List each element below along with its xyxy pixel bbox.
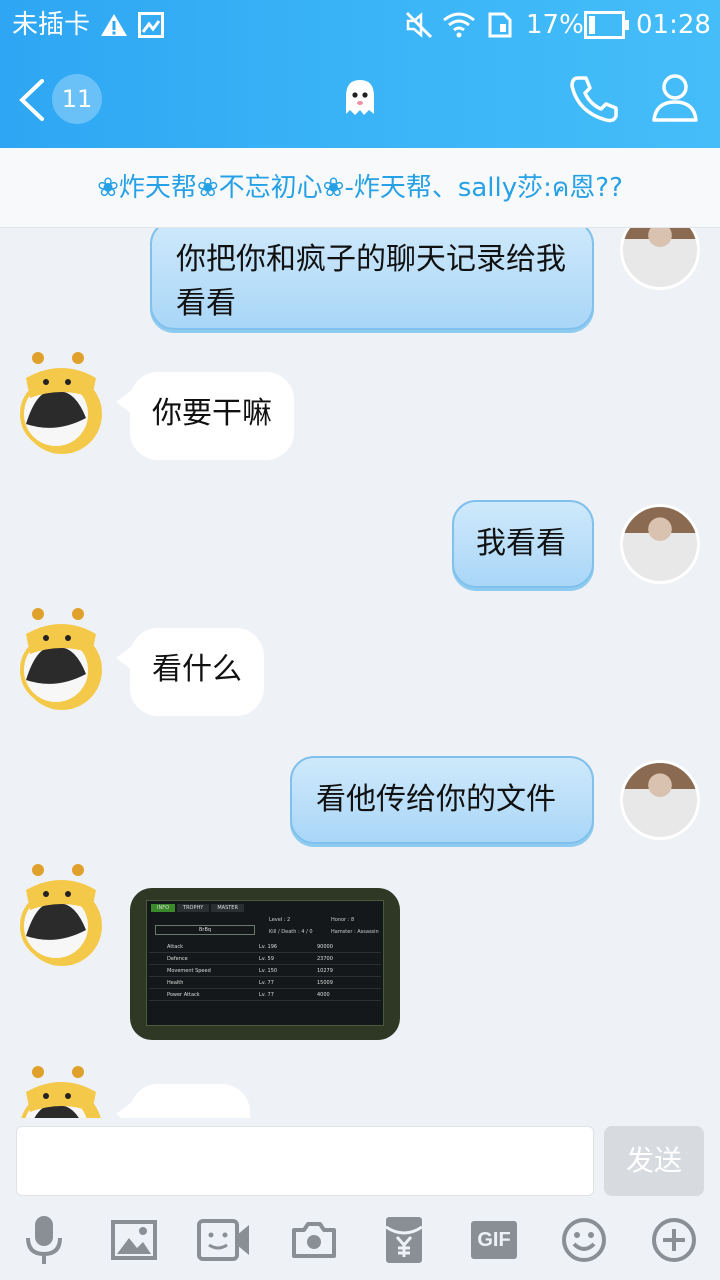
emoji-button[interactable] (554, 1208, 614, 1272)
phone-icon (570, 76, 618, 123)
message-input[interactable] (16, 1126, 594, 1196)
message-bubble-in[interactable]: 你要干嘛 (116, 372, 294, 460)
stat-level: Lv. 196 (259, 944, 278, 950)
avatar-friend[interactable] (16, 1062, 108, 1118)
warning-icon (100, 12, 128, 42)
stat-level: Lv. 77 (259, 992, 274, 998)
ghost-icon[interactable] (336, 74, 384, 126)
image-message[interactable]: INFO TROPHY MASTER BrBq Level : 2 Honor … (130, 888, 400, 1040)
message-text: 看他传给你的文件 (316, 782, 556, 817)
clock: 01:28 (636, 10, 711, 40)
smiley-icon (562, 1218, 606, 1262)
game-tab: TROPHY (177, 904, 210, 912)
stat-level: Lv. 59 (259, 956, 274, 962)
image-icon (138, 12, 164, 42)
game-stats-panel: INFO TROPHY MASTER BrBq Level : 2 Honor … (146, 900, 384, 1026)
message-text: 我看看 (476, 526, 566, 561)
message-bubble-out[interactable]: 看他传给你的文件 (290, 756, 594, 844)
game-stat-row: Power Attack Lv. 77 4000 (149, 989, 381, 1001)
stat-value: 10279 (317, 968, 333, 974)
battery-percent: 17% (526, 10, 584, 40)
message-text: 看什么 (152, 652, 242, 687)
stat-value: 15009 (317, 980, 333, 986)
game-tab: INFO (151, 904, 176, 912)
avatar-self[interactable] (620, 228, 700, 290)
image-icon (111, 1220, 157, 1260)
stat-level: Lv. 77 (259, 980, 274, 986)
back-chevron-icon (19, 79, 44, 121)
avatar-friend[interactable] (16, 860, 108, 970)
game-player: BrBq (155, 925, 255, 935)
message-bubble-in[interactable]: 看什么 (116, 628, 264, 716)
message-bubble-out[interactable]: 你把你和疯子的聊天记录给我看看 (150, 228, 594, 330)
send-button[interactable]: 发送 (604, 1126, 704, 1196)
carrier-label: 未插卡 (12, 10, 91, 40)
message-text: 你要干嘛 (152, 396, 272, 431)
stat-name: Movement Speed (167, 968, 211, 974)
stat-level: Lv. 150 (259, 968, 278, 974)
battery-icon (584, 11, 630, 43)
video-icon (197, 1219, 249, 1261)
game-stat-row: Defence Lv. 59 23700 (149, 953, 381, 965)
mute-icon (404, 10, 434, 44)
stat-value: 23700 (317, 956, 333, 962)
stat-name: Attack (167, 944, 183, 950)
back-button[interactable]: 11 (14, 72, 104, 126)
game-tab: MASTER (211, 904, 244, 912)
group-title[interactable]: ❀炸天帮❀不忘初心❀-炸天帮、sally莎:ค恩?? (0, 148, 720, 228)
stat-value: 90000 (317, 944, 333, 950)
avatar-friend[interactable] (16, 604, 108, 714)
game-stats-list: Attack Lv. 196 90000 Defence Lv. 59 23700 Mo… (149, 941, 381, 1001)
message-text: …… (152, 1108, 212, 1118)
game-kd: Kill / Death : 4 / 0 (269, 929, 313, 935)
profile-button[interactable] (650, 72, 700, 128)
red-packet-button[interactable] (374, 1208, 434, 1272)
red-packet-icon (385, 1217, 423, 1263)
game-honor: Honor : 8 (331, 917, 355, 923)
plus-icon (652, 1218, 696, 1262)
person-icon (652, 74, 698, 122)
stat-name: Health (167, 980, 184, 986)
stat-name: Defence (167, 956, 188, 962)
stat-value: 4000 (317, 992, 330, 998)
sim-icon (488, 12, 512, 42)
more-button[interactable] (644, 1208, 704, 1272)
avatar-friend[interactable] (16, 348, 108, 458)
wifi-icon (442, 12, 476, 42)
unread-badge: 11 (52, 74, 102, 124)
avatar-self[interactable] (620, 504, 700, 584)
message-list[interactable]: 你把你和疯子的聊天记录给我看看 你要干嘛 我看看 看什么 看他传给你的文件 IN… (0, 228, 720, 1118)
photo-button[interactable] (104, 1208, 164, 1272)
avatar-self[interactable] (620, 760, 700, 840)
game-stat-row: Health Lv. 77 15009 (149, 977, 381, 989)
voice-button[interactable] (14, 1208, 74, 1272)
stat-name: Power Attack (167, 992, 200, 998)
gif-button[interactable]: GIF (464, 1208, 524, 1272)
game-hamster: Hamster : Assassin (331, 929, 379, 935)
gif-icon: GIF (471, 1221, 517, 1259)
camera-icon (292, 1222, 336, 1258)
game-stat-row: Movement Speed Lv. 150 10279 (149, 965, 381, 977)
message-text: 你把你和疯子的聊天记录给我看看 (176, 242, 566, 321)
camera-button[interactable] (284, 1208, 344, 1272)
message-bubble-in[interactable]: …… (116, 1084, 250, 1118)
game-tabs: INFO TROPHY MASTER (151, 904, 244, 912)
game-level: Level : 2 (269, 917, 291, 923)
message-bubble-out[interactable]: 我看看 (452, 500, 594, 588)
game-stat-row: Attack Lv. 196 90000 (149, 941, 381, 953)
video-call-button[interactable] (194, 1208, 254, 1272)
microphone-icon (26, 1216, 62, 1264)
phone-call-button[interactable] (568, 74, 620, 128)
